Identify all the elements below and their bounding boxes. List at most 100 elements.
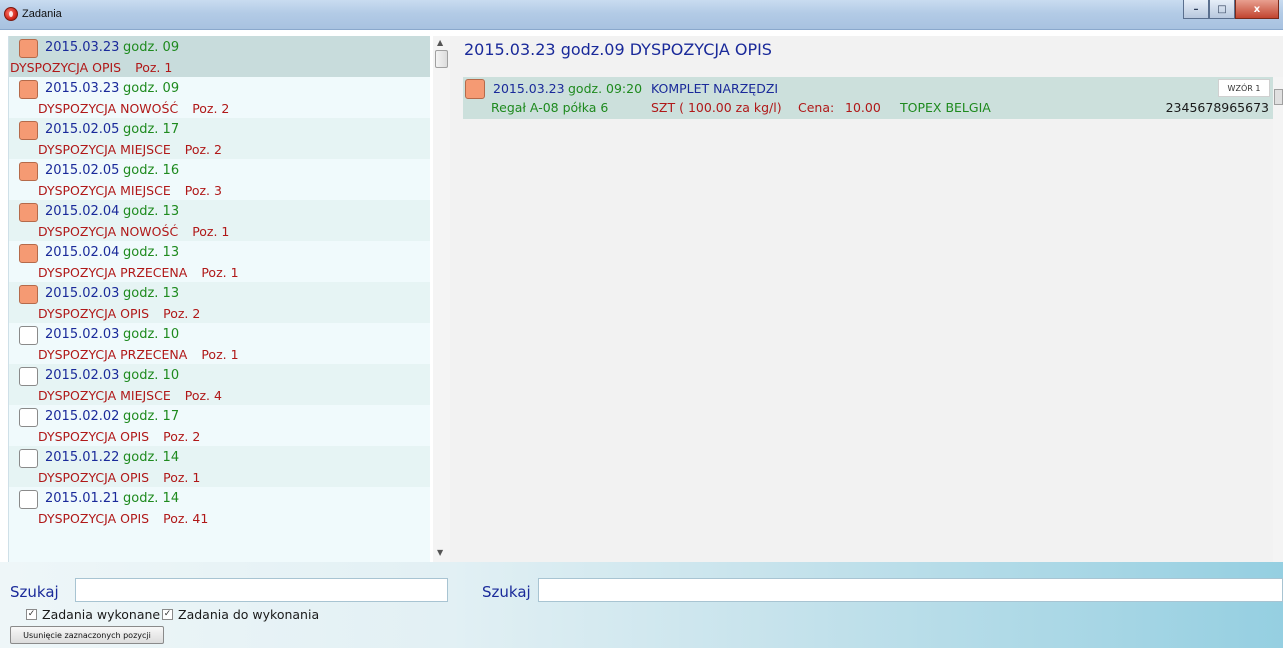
detail-item-code: 2345678965673 [1165, 100, 1269, 115]
task-checkbox[interactable] [19, 326, 38, 345]
task-date: 2015.02.03 [45, 327, 120, 342]
task-list-item[interactable]: 2015.03.23 godz. 09 DYSPOZYCJA NOWOŚĆ Poz. … [9, 77, 430, 118]
task-position: Poz. 1 [163, 470, 201, 485]
task-date: 2015.02.04 [45, 204, 120, 219]
task-checkbox[interactable] [19, 367, 38, 386]
task-checkbox[interactable] [19, 449, 38, 468]
task-type-line: DYSPOZYCJA MIEJSCE Poz. 4 [38, 388, 222, 403]
task-checkbox[interactable] [19, 408, 38, 427]
task-checkbox[interactable] [19, 39, 38, 58]
search-left-label: Szukaj [10, 583, 59, 601]
task-type: DYSPOZYCJA MIEJSCE [38, 183, 171, 198]
task-checkbox[interactable] [19, 285, 38, 304]
task-list-item[interactable]: 2015.02.02 godz. 17 DYSPOZYCJA OPIS Poz. 2 [9, 405, 430, 446]
detail-item-supplier: TOPEX BELGIA [900, 100, 991, 115]
task-type-line: DYSPOZYCJA NOWOŚĆ Poz. 2 [38, 101, 229, 116]
task-type-line: DYSPOZYCJA OPIS Poz. 2 [38, 429, 200, 444]
task-position: Poz. 1 [201, 265, 239, 280]
filter-todo-checkbox[interactable]: ✓ [162, 609, 173, 620]
filter-done-checkbox[interactable]: ✓ [26, 609, 37, 620]
task-type-line: DYSPOZYCJA OPIS Poz. 1 [10, 60, 172, 75]
scroll-up-icon[interactable]: ▲ [437, 38, 443, 47]
task-checkbox[interactable] [19, 162, 38, 181]
task-checkbox[interactable] [19, 203, 38, 222]
detail-item-row[interactable]: 2015.03.23 godz. 09:20 KOMPLET NARZĘDZI … [463, 77, 1273, 119]
task-date: 2015.03.23 [45, 40, 120, 55]
task-list-item[interactable]: 2015.02.04 godz. 13 DYSPOZYCJA NOWOŚĆ Poz. … [9, 200, 430, 241]
task-position: Poz. 2 [192, 101, 230, 116]
task-list-item[interactable]: 2015.02.05 godz. 16 DYSPOZYCJA MIEJSCE Poz.… [9, 159, 430, 200]
detail-scrollbar[interactable] [1273, 77, 1283, 562]
task-type-line: DYSPOZYCJA NOWOŚĆ Poz. 1 [38, 224, 229, 239]
minimize-button[interactable]: – [1183, 0, 1209, 19]
task-position: Poz. 2 [163, 306, 201, 321]
task-date: 2015.03.23 [45, 81, 120, 96]
task-position: Poz. 4 [184, 388, 222, 403]
search-left-input[interactable] [75, 578, 448, 602]
maximize-button[interactable]: □ [1209, 0, 1235, 19]
detail-item-name: KOMPLET NARZĘDZI [651, 81, 779, 96]
task-date: 2015.02.04 [45, 245, 120, 260]
task-position: Poz. 2 [184, 142, 222, 157]
detail-item-checkbox[interactable] [465, 79, 485, 99]
task-type: DYSPOZYCJA PRZECENA [38, 265, 188, 280]
task-list-item[interactable]: 2015.03.23 godz. 09 DYSPOZYCJA OPIS Poz. 1 [9, 36, 430, 77]
detail-item-time: godz. 09:20 [568, 81, 643, 96]
filter-done[interactable]: ✓ Zadania wykonane [26, 607, 160, 622]
task-checkbox[interactable] [19, 80, 38, 99]
task-date: 2015.02.05 [45, 122, 120, 137]
scroll-thumb[interactable] [435, 50, 448, 68]
task-type: DYSPOZYCJA NOWOŚĆ [38, 101, 179, 116]
task-list-item[interactable]: 2015.02.03 godz. 13 DYSPOZYCJA OPIS Poz. 2 [9, 282, 430, 323]
task-date: 2015.01.21 [45, 491, 120, 506]
detail-item-date: 2015.03.23 [493, 81, 565, 96]
bottom-bar [0, 562, 1283, 648]
task-date: 2015.01.22 [45, 450, 120, 465]
search-right-input[interactable] [538, 578, 1283, 602]
scroll-down-icon[interactable]: ▼ [437, 548, 443, 557]
task-time: godz. 13 [123, 204, 180, 219]
task-time: godz. 17 [123, 122, 180, 137]
task-type-line: DYSPOZYCJA OPIS Poz. 41 [38, 511, 208, 526]
task-type-line: DYSPOZYCJA OPIS Poz. 1 [38, 470, 200, 485]
template-button[interactable]: WZÓR 1 [1218, 79, 1270, 97]
task-time: godz. 17 [123, 409, 180, 424]
task-date: 2015.02.02 [45, 409, 120, 424]
task-list-item[interactable]: 2015.01.22 godz. 14 DYSPOZYCJA OPIS Poz. 1 [9, 446, 430, 487]
task-list-item[interactable]: 2015.02.03 godz. 10 DYSPOZYCJA PRZECENA Poz… [9, 323, 430, 364]
task-checkbox[interactable] [19, 490, 38, 509]
filter-todo[interactable]: ✓ Zadania do wykonania [162, 607, 319, 622]
task-type-line: DYSPOZYCJA PRZECENA Poz. 1 [38, 265, 239, 280]
task-type: DYSPOZYCJA OPIS [38, 511, 150, 526]
task-type-line: DYSPOZYCJA MIEJSCE Poz. 2 [38, 142, 222, 157]
task-list-scrollbar[interactable]: ▲ ▼ [433, 36, 450, 562]
detail-item-location: Regał A-08 półka 6 [491, 100, 609, 115]
title-bar: Zadania – □ x [0, 0, 1283, 30]
delete-selected-button[interactable]: Usunięcie zaznaczonych pozycji [10, 626, 164, 644]
filter-todo-label: Zadania do wykonania [178, 607, 320, 622]
window-controls: – □ x [1183, 0, 1279, 19]
detail-scroll-thumb[interactable] [1274, 89, 1283, 105]
task-time: godz. 10 [123, 368, 180, 383]
detail-item-unit: SZT ( 100.00 za kg/l) [651, 100, 782, 115]
detail-title: 2015.03.23 godz.09 DYSPOZYCJA OPIS [464, 40, 772, 59]
app-icon [4, 7, 18, 21]
task-type: DYSPOZYCJA MIEJSCE [38, 142, 171, 157]
task-position: Poz. 1 [201, 347, 239, 362]
close-button[interactable]: x [1235, 0, 1279, 19]
task-position: Poz. 41 [163, 511, 209, 526]
task-date: 2015.02.05 [45, 163, 120, 178]
task-list-item[interactable]: 2015.01.21 godz. 14 DYSPOZYCJA OPIS Poz. 41 [9, 487, 430, 528]
task-list-item[interactable]: 2015.02.05 godz. 17 DYSPOZYCJA MIEJSCE Poz.… [9, 118, 430, 159]
task-time: godz. 16 [123, 163, 180, 178]
task-type: DYSPOZYCJA PRZECENA [38, 347, 188, 362]
task-time: godz. 14 [123, 491, 180, 506]
task-checkbox[interactable] [19, 121, 38, 140]
task-list-item[interactable]: 2015.02.04 godz. 13 DYSPOZYCJA PRZECENA Poz… [9, 241, 430, 282]
task-time: godz. 09 [123, 81, 180, 96]
task-list-item[interactable]: 2015.02.03 godz. 10 DYSPOZYCJA MIEJSCE Poz.… [9, 364, 430, 405]
task-type: DYSPOZYCJA OPIS [38, 429, 150, 444]
task-checkbox[interactable] [19, 244, 38, 263]
task-time: godz. 09 [123, 40, 180, 55]
task-list: 2015.03.23 godz. 09 DYSPOZYCJA OPIS Poz. 12… [8, 36, 430, 566]
